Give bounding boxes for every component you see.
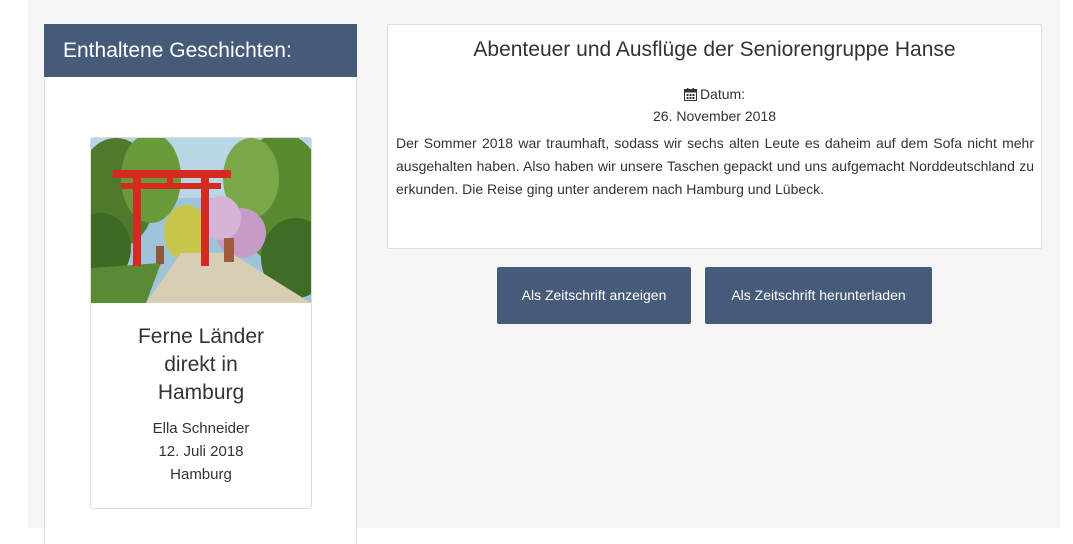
calendar-icon xyxy=(683,88,697,101)
story-place: Hamburg xyxy=(170,466,232,483)
page-title: Abenteuer und Ausflüge der Seniorengrupp… xyxy=(473,38,956,61)
story-date: 12. Juli 2018 xyxy=(158,443,244,460)
view-magazine-button[interactable]: Als Zeitschrift anzeigen xyxy=(497,267,691,324)
story-title[interactable]: Ferne Länder direkt in Hamburg xyxy=(91,323,311,407)
story-detail-panel: Abenteuer und Ausflüge der Seniorengrupp… xyxy=(387,24,1042,249)
stories-sidebar: Enthaltene Geschichten: Ferne Länder dir… xyxy=(44,24,357,544)
page-background: Enthaltene Geschichten: Ferne Länder dir… xyxy=(28,0,1060,544)
story-card[interactable]: Ferne Länder direkt in Hamburg Ella Schn… xyxy=(90,137,312,509)
download-magazine-button[interactable]: Als Zeitschrift herunterladen xyxy=(705,267,932,324)
story-author: Ella Schneider xyxy=(152,420,250,437)
sidebar-header: Enthaltene Geschichten: xyxy=(44,24,357,77)
story-description: Der Sommer 2018 war traumhaft, sodass wi… xyxy=(396,135,1034,197)
date-label: Datum: xyxy=(699,86,746,102)
date-label-row: Datum: xyxy=(388,85,1041,103)
date-value: 26. November 2018 xyxy=(653,108,776,124)
story-image[interactable] xyxy=(91,138,311,303)
